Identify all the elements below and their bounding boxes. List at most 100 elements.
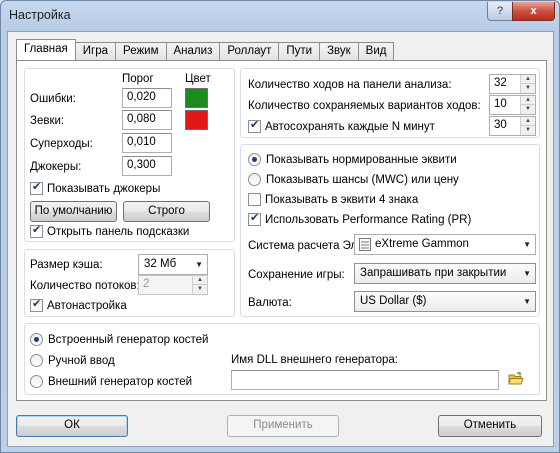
errors-threshold-input[interactable]: 0,020 (122, 88, 172, 108)
external-generator-radio[interactable]: Внешний генератор костей (30, 375, 192, 388)
threshold-header: Порог (122, 73, 154, 85)
spin-down-icon[interactable]: ▼ (521, 105, 535, 114)
builtin-generator-radio[interactable]: Встроенный генератор костей (30, 333, 208, 346)
mwc-label: Показывать шансы (MWC) или цену (266, 173, 459, 186)
threads-label: Количество потоков: (30, 280, 140, 292)
elo-system-combo[interactable]: eXtreme Gammon ▼ (354, 234, 536, 255)
autosave-checkbox[interactable]: Автосохранять каждые N минут (248, 118, 435, 133)
saved-variants-label: Количество сохраняемых вариантов ходов: (248, 100, 481, 112)
performance-rating-label: Использовать Performance Rating (PR) (265, 213, 472, 226)
open-hints-check[interactable] (30, 223, 43, 238)
elo-system-icon (359, 238, 371, 251)
normalized-equity-label: Показывать нормированные эквити (266, 153, 457, 166)
tab-game[interactable]: Игра (74, 42, 117, 60)
window-title: Настройка (9, 8, 71, 22)
spin-up-icon[interactable]: ▲ (521, 96, 535, 105)
builtin-generator-label: Встроенный генератор костей (48, 333, 209, 346)
tab-view[interactable]: Вид (357, 42, 395, 60)
saved-variants-spinner[interactable]: 10 ▲ ▼ (489, 95, 536, 115)
equity-4-digits-checkbox[interactable]: Показывать в эквити 4 знака (248, 193, 418, 206)
tab-sound[interactable]: Звук (319, 42, 359, 60)
threads-spinner[interactable]: 2 ▲ ▼ (138, 275, 208, 295)
game-save-combo[interactable]: Запрашивать при закрытии ▼ (354, 263, 536, 284)
moves-count-label: Количество ходов на панели анализа: (248, 79, 452, 91)
spin-down-icon[interactable]: ▼ (193, 285, 207, 294)
show-jokers-check[interactable] (30, 180, 43, 195)
blunders-label: Зевки: (30, 115, 65, 127)
thresholds-group: Порог Цвет Ошибки: 0,020 Зевки: 0,080 Су… (24, 68, 235, 242)
auto-tune-label: Автонастройка (47, 299, 127, 312)
manual-input-radio[interactable]: Ручной ввод (30, 354, 115, 367)
supermoves-threshold-input[interactable]: 0,010 (122, 133, 172, 153)
tab-main[interactable]: Главная (16, 39, 76, 60)
ok-button[interactable]: ОК (16, 415, 128, 437)
tab-page-main: Порог Цвет Ошибки: 0,020 Зевки: 0,080 Су… (16, 60, 547, 401)
saved-spin-arrows[interactable]: ▲ ▼ (520, 96, 535, 114)
jokers-label: Джокеры: (30, 161, 82, 173)
mwc-radio-dot[interactable] (248, 173, 261, 186)
spin-up-icon[interactable]: ▲ (521, 117, 535, 126)
builtin-generator-radio-dot[interactable] (30, 333, 43, 346)
default-button[interactable]: По умолчанию (30, 201, 117, 222)
open-hints-checkbox[interactable]: Открыть панель подсказки (30, 223, 190, 238)
tab-paths[interactable]: Пути (278, 42, 321, 60)
equity-4-digits-label: Показывать в эквити 4 знака (265, 193, 419, 206)
elo-label: Система расчета Эло: (248, 240, 367, 252)
game-save-value: Запрашивать при закрытии (360, 267, 507, 279)
autosave-label: Автосохранять каждые N минут (265, 120, 435, 133)
equity-4-digits-check[interactable] (248, 193, 261, 206)
spin-up-icon[interactable]: ▲ (521, 75, 535, 84)
cache-size-combo[interactable]: 32 Мб ▼ (138, 254, 208, 275)
tab-rollout[interactable]: Роллаут (219, 42, 280, 60)
cache-group: Размер кэша: 32 Мб ▼ Количество потоков:… (24, 249, 235, 317)
show-jokers-checkbox[interactable]: Показывать джокеры (30, 180, 161, 195)
analysis-group: Количество ходов на панели анализа: 32 ▲… (240, 68, 540, 138)
folder-open-icon[interactable] (508, 372, 524, 386)
spin-down-icon[interactable]: ▼ (521, 84, 535, 93)
spin-up-icon[interactable]: ▲ (193, 276, 207, 285)
close-button[interactable]: x (512, 2, 555, 21)
apply-button[interactable]: Применить (227, 415, 339, 437)
chevron-down-icon: ▼ (523, 297, 531, 306)
currency-label: Валюта: (248, 297, 292, 309)
normalized-equity-radio-dot[interactable] (248, 153, 261, 166)
manual-input-label: Ручной ввод (48, 354, 115, 367)
dll-name-input[interactable] (231, 370, 499, 390)
auto-tune-check[interactable] (30, 297, 43, 312)
saved-variants-value: 10 (494, 98, 507, 110)
auto-tune-checkbox[interactable]: Автонастройка (30, 297, 127, 312)
strict-button[interactable]: Строго (123, 201, 210, 222)
tab-analysis[interactable]: Анализ (165, 42, 221, 60)
spin-down-icon[interactable]: ▼ (521, 126, 535, 135)
moves-count-spinner[interactable]: 32 ▲ ▼ (489, 74, 536, 94)
errors-color-swatch[interactable] (185, 88, 208, 108)
moves-count-value: 32 (494, 77, 507, 89)
blunders-color-swatch[interactable] (185, 110, 208, 130)
manual-input-radio-dot[interactable] (30, 354, 43, 367)
open-hints-label: Открыть панель подсказки (47, 225, 190, 238)
display-options-group: Показывать нормированные эквити Показыва… (240, 144, 540, 317)
autosave-spin-arrows[interactable]: ▲ ▼ (520, 117, 535, 135)
help-button[interactable]: ? (487, 2, 513, 21)
threads-spin-arrows[interactable]: ▲ ▼ (192, 276, 207, 294)
performance-rating-checkbox[interactable]: Использовать Performance Rating (PR) (248, 211, 472, 226)
errors-label: Ошибки: (30, 93, 76, 105)
autosave-minutes-spinner[interactable]: 30 ▲ ▼ (489, 116, 536, 136)
moves-spin-arrows[interactable]: ▲ ▼ (520, 75, 535, 93)
autosave-check[interactable] (248, 118, 261, 133)
performance-rating-check[interactable] (248, 211, 261, 226)
cancel-button[interactable]: Отменить (438, 415, 542, 437)
show-jokers-label: Показывать джокеры (47, 182, 161, 195)
mwc-radio[interactable]: Показывать шансы (MWC) или цену (248, 173, 459, 186)
tab-mode[interactable]: Режим (115, 42, 167, 60)
external-generator-radio-dot[interactable] (30, 375, 43, 388)
blunders-threshold-input[interactable]: 0,080 (122, 110, 172, 130)
normalized-equity-radio[interactable]: Показывать нормированные эквити (248, 153, 457, 166)
jokers-threshold-input[interactable]: 0,300 (122, 156, 172, 176)
color-header: Цвет (185, 73, 211, 85)
currency-value: US Dollar ($) (360, 295, 427, 307)
chevron-down-icon: ▼ (195, 260, 203, 269)
dialog-client: Главная Игра Режим Анализ Роллаут Пути З… (7, 31, 554, 447)
game-save-label: Сохранение игры: (248, 269, 345, 281)
currency-combo[interactable]: US Dollar ($) ▼ (354, 291, 536, 312)
